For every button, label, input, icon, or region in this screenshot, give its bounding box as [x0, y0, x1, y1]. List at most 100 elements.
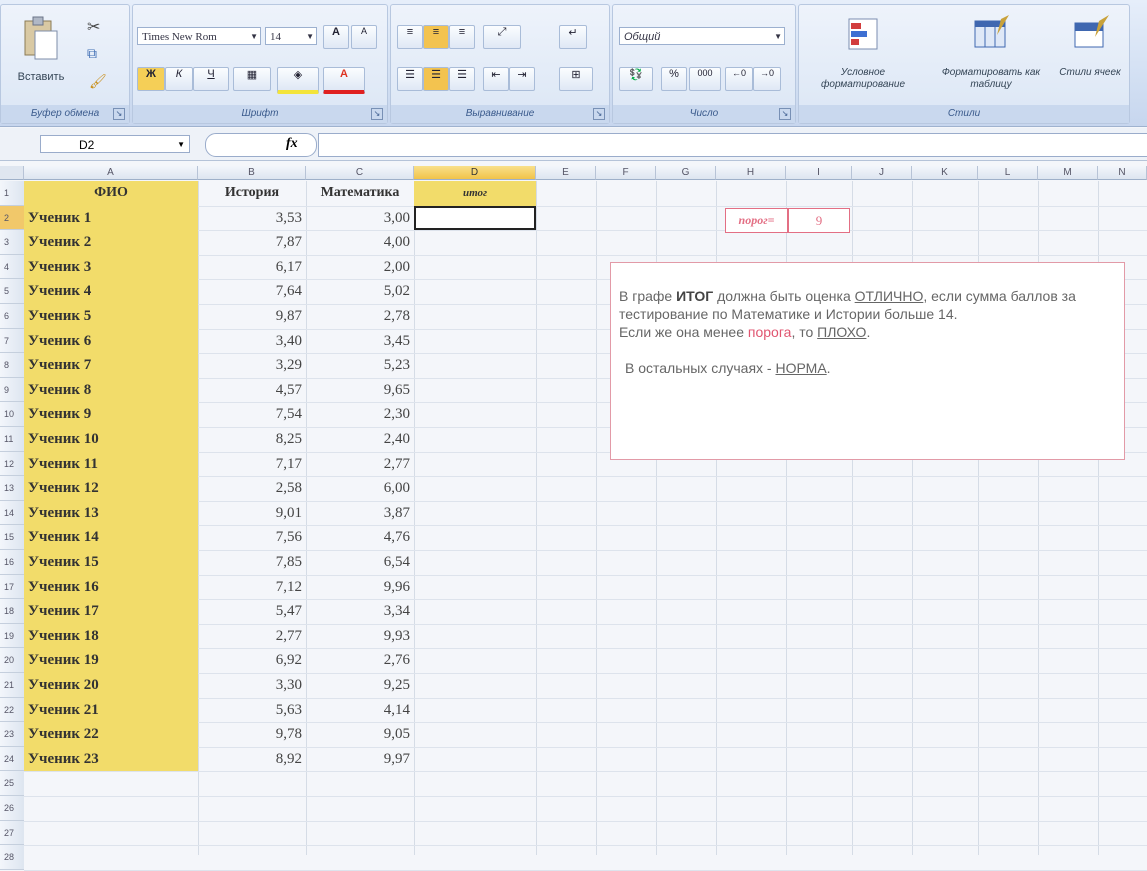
decrease-indent-icon[interactable]: ⇤	[483, 67, 509, 91]
align-left-icon[interactable]: ☰	[397, 67, 423, 91]
student-name-cell[interactable]: Ученик 23	[28, 747, 198, 772]
history-score-cell[interactable]: 2,77	[198, 624, 306, 649]
math-score-cell[interactable]: 4,00	[306, 230, 414, 255]
wrap-text-icon[interactable]: ↵	[559, 25, 587, 49]
math-score-cell[interactable]: 2,30	[306, 402, 414, 427]
history-score-cell[interactable]: 7,17	[198, 452, 306, 477]
student-name-cell[interactable]: Ученик 11	[28, 452, 198, 477]
history-score-cell[interactable]: 6,17	[198, 255, 306, 280]
student-name-cell[interactable]: Ученик 5	[28, 304, 198, 329]
selected-cell-d2[interactable]	[414, 205, 536, 231]
history-score-cell[interactable]: 7,87	[198, 230, 306, 255]
row-header[interactable]: 22	[0, 697, 24, 723]
history-score-cell[interactable]: 9,01	[198, 501, 306, 526]
student-name-cell[interactable]: Ученик 14	[28, 525, 198, 550]
instruction-textbox[interactable]: В графе ИТОГ должна быть оценка ОТЛИЧНО,…	[610, 262, 1125, 460]
row-header[interactable]: 3	[0, 230, 24, 255]
grow-font-button[interactable]: A	[323, 25, 349, 49]
underline-button[interactable]: Ч	[193, 67, 229, 91]
column-header-m[interactable]: M	[1038, 166, 1098, 180]
decrease-decimal-icon[interactable]: →0	[753, 67, 781, 91]
math-score-cell[interactable]: 9,05	[306, 722, 414, 747]
history-score-cell[interactable]: 7,64	[198, 279, 306, 304]
student-name-cell[interactable]: Ученик 12	[28, 476, 198, 501]
row-header[interactable]: 11	[0, 427, 24, 452]
thousands-button[interactable]: 000	[689, 67, 721, 91]
student-name-cell[interactable]: Ученик 17	[28, 599, 198, 624]
math-score-cell[interactable]: 5,02	[306, 279, 414, 304]
copy-icon[interactable]: ⧉	[87, 45, 97, 62]
student-name-cell[interactable]: Ученик 18	[28, 624, 198, 649]
history-score-cell[interactable]: 2,58	[198, 476, 306, 501]
row-header[interactable]: 27	[0, 820, 24, 846]
align-middle-icon[interactable]: ≡	[423, 25, 449, 49]
column-header-i[interactable]: I	[786, 166, 852, 180]
row-header[interactable]: 14	[0, 500, 24, 526]
math-score-cell[interactable]: 2,77	[306, 452, 414, 477]
font-color-button[interactable]: A	[323, 67, 365, 94]
fx-icon[interactable]: fx	[286, 136, 298, 152]
math-score-cell[interactable]: 9,96	[306, 575, 414, 600]
math-score-cell[interactable]: 2,76	[306, 648, 414, 673]
row-header[interactable]: 21	[0, 673, 24, 698]
format-painter-icon[interactable]: 🖌	[89, 73, 107, 90]
bold-button[interactable]: Ж	[137, 67, 165, 91]
alignment-launcher-icon[interactable]: ↘	[593, 108, 605, 120]
math-score-cell[interactable]: 3,00	[306, 206, 414, 231]
history-score-cell[interactable]: 7,12	[198, 575, 306, 600]
row-header[interactable]: 9	[0, 377, 24, 403]
row-header[interactable]: 28	[0, 845, 24, 870]
header-itog[interactable]: итог	[414, 181, 536, 206]
student-name-cell[interactable]: Ученик 13	[28, 501, 198, 526]
math-score-cell[interactable]: 4,14	[306, 698, 414, 723]
font-launcher-icon[interactable]: ↘	[371, 108, 383, 120]
student-name-cell[interactable]: Ученик 15	[28, 550, 198, 575]
row-header[interactable]: 2	[0, 205, 24, 231]
number-launcher-icon[interactable]: ↘	[779, 108, 791, 120]
percent-button[interactable]: %	[661, 67, 687, 91]
student-name-cell[interactable]: Ученик 22	[28, 722, 198, 747]
math-score-cell[interactable]: 9,65	[306, 378, 414, 403]
math-score-cell[interactable]: 2,40	[306, 427, 414, 452]
student-name-cell[interactable]: Ученик 21	[28, 698, 198, 723]
merge-cells-icon[interactable]: ⊞	[559, 67, 593, 91]
history-score-cell[interactable]: 3,53	[198, 206, 306, 231]
column-header-c[interactable]: C	[306, 166, 414, 180]
student-name-cell[interactable]: Ученик 2	[28, 230, 198, 255]
student-name-cell[interactable]: Ученик 4	[28, 279, 198, 304]
math-score-cell[interactable]: 6,00	[306, 476, 414, 501]
history-score-cell[interactable]: 6,92	[198, 648, 306, 673]
font-size-combo[interactable]: 14 ▼	[265, 27, 317, 45]
student-name-cell[interactable]: Ученик 10	[28, 427, 198, 452]
header-math[interactable]: Математика	[306, 181, 414, 206]
currency-icon[interactable]: 💱	[619, 67, 653, 91]
borders-icon[interactable]: ▦	[233, 67, 271, 91]
row-header[interactable]: 7	[0, 328, 24, 354]
math-score-cell[interactable]: 3,34	[306, 599, 414, 624]
align-center-icon[interactable]: ☰	[423, 67, 449, 91]
history-score-cell[interactable]: 7,54	[198, 402, 306, 427]
history-score-cell[interactable]: 7,56	[198, 525, 306, 550]
math-score-cell[interactable]: 4,76	[306, 525, 414, 550]
row-header[interactable]: 16	[0, 550, 24, 575]
math-score-cell[interactable]: 2,78	[306, 304, 414, 329]
row-header[interactable]: 1	[0, 181, 24, 206]
fill-color-icon[interactable]: ◈	[277, 67, 319, 94]
row-header[interactable]: 12	[0, 451, 24, 477]
column-header-d[interactable]: D	[414, 166, 536, 180]
math-score-cell[interactable]: 2,00	[306, 255, 414, 280]
orientation-icon[interactable]: ⤢	[483, 25, 521, 49]
number-format-combo[interactable]: Общий ▼	[619, 27, 785, 45]
history-score-cell[interactable]: 5,63	[198, 698, 306, 723]
math-score-cell[interactable]: 9,25	[306, 673, 414, 698]
header-history[interactable]: История	[198, 181, 306, 206]
history-score-cell[interactable]: 4,57	[198, 378, 306, 403]
column-header-b[interactable]: B	[198, 166, 306, 180]
column-header-f[interactable]: F	[596, 166, 656, 180]
history-score-cell[interactable]: 7,85	[198, 550, 306, 575]
student-name-cell[interactable]: Ученик 6	[28, 329, 198, 354]
row-header[interactable]: 19	[0, 623, 24, 649]
threshold-value[interactable]: 9	[788, 208, 850, 233]
row-header[interactable]: 20	[0, 648, 24, 673]
history-score-cell[interactable]: 8,25	[198, 427, 306, 452]
